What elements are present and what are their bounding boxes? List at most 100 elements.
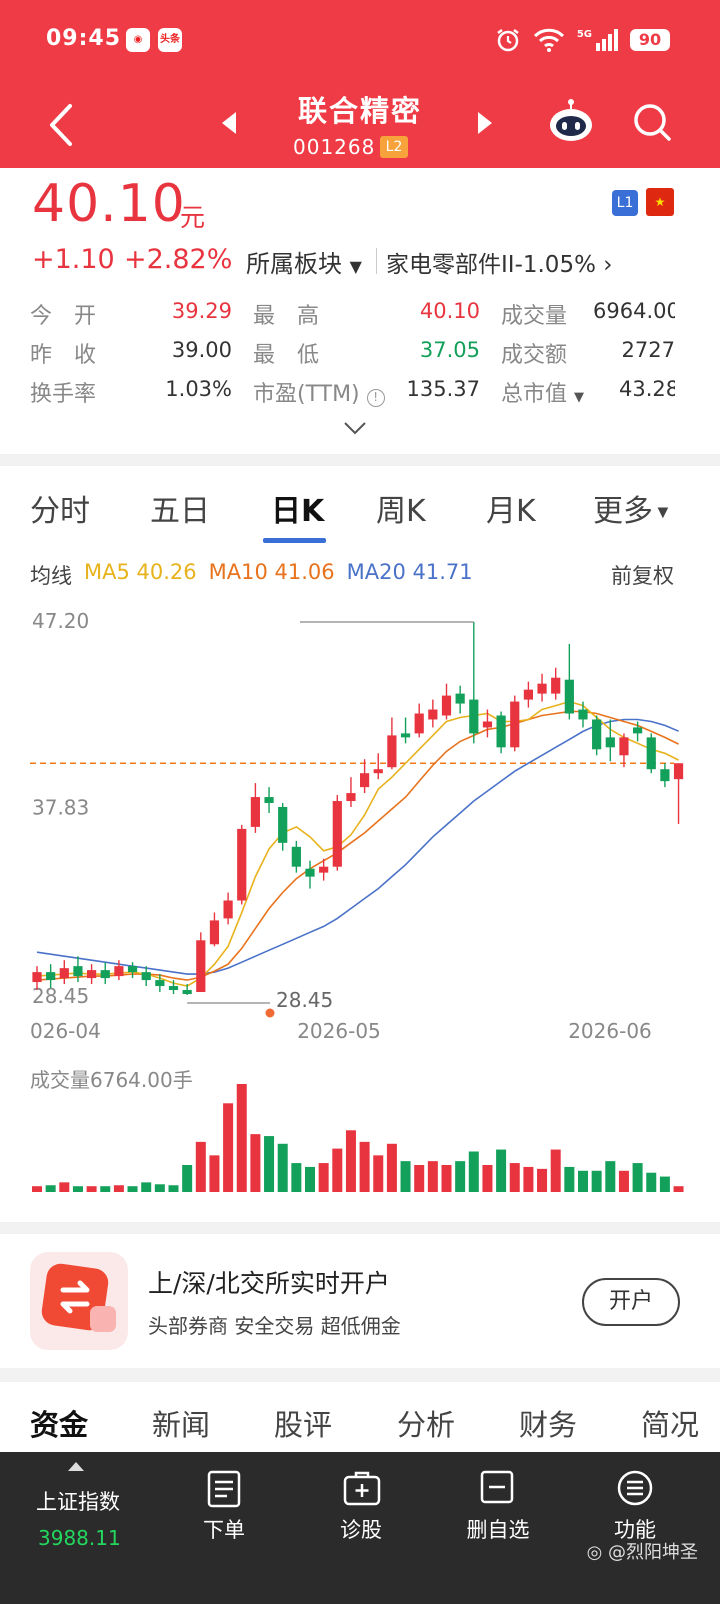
search-icon[interactable] [632,102,672,142]
order-button[interactable]: 下单 [174,1470,274,1570]
candle-up [250,797,260,827]
candle-up [87,970,97,979]
candle-up [441,695,452,716]
candle-down [469,699,479,734]
candle-down [496,715,506,748]
candle-down [455,693,465,704]
kline-chart[interactable]: 47.20 37.83 28.45 026-04 2026-05 2026-06 28.45 [0,602,720,1042]
candle-up [414,713,424,734]
tab-fund-flow[interactable]: 资金 [30,1402,88,1444]
candle-down [264,797,274,804]
candle-up [237,828,247,901]
candle-down [100,970,110,979]
tab-more[interactable]: 更多 ▼ [593,486,668,530]
level1-badge[interactable]: L1 [612,190,638,216]
candle-down [592,719,602,750]
volume-bar [591,1170,602,1192]
next-stock-icon[interactable] [472,108,496,138]
candle-up [196,940,206,993]
tab-monthly-k[interactable]: 月K [486,486,536,530]
volume-bar [632,1163,643,1192]
index-value: 3988.11 [38,1526,121,1550]
y-tick-label: 28.45 [32,984,89,1008]
volume-bar [564,1166,575,1192]
volume-bar [100,1186,111,1192]
candle-up [673,763,684,780]
candle-down [660,769,670,782]
sector-link[interactable]: 家电零部件II-1.05% › [386,245,612,279]
stat-label-market-cap[interactable]: 总市值 ▼ [501,376,584,408]
volume-bar [332,1148,343,1192]
expand-chevron-icon[interactable] [343,420,367,436]
stat-label-open: 今 开 [30,304,97,329]
candle-up [32,972,42,983]
tab-intraday[interactable]: 分时 [30,486,90,530]
candle-down [400,733,411,738]
china-flag-icon: ★ [646,188,674,216]
level2-badge[interactable]: L2 [380,136,408,158]
volume-bar [277,1143,288,1192]
ma10-value: MA10 41.06 [208,560,335,584]
volume-bar [414,1165,425,1192]
volume-bar [195,1141,206,1192]
open-account-button[interactable]: 开户 [582,1278,680,1326]
stat-label-turnover-amount: 成交额 [501,343,568,368]
tab-financials[interactable]: 财务 [519,1402,577,1444]
candle-up [59,968,69,979]
alarm-icon [497,29,519,52]
sector-dropdown[interactable]: 所属板块 ▼ [246,244,362,279]
info-icon[interactable]: ! [366,389,385,407]
candle-down [168,986,179,991]
toutiao-notification-icon: 头条 [158,28,182,52]
stat-label-volume: 成交量 [501,304,568,329]
volume-bar [605,1161,616,1192]
tab-comments[interactable]: 股评 [274,1402,332,1444]
promo-subtitle: 头部券商 安全交易 超低佣金 [148,1314,401,1338]
volume-chart[interactable] [0,1080,720,1198]
watermark-text: @烈阳坤圣 [608,1542,698,1563]
tab-profile[interactable]: 简况 [641,1402,699,1444]
stat-label-pe[interactable]: 市盈(TTM) ! [253,376,385,408]
volume-bar [400,1161,411,1192]
expand-up-icon[interactable] [68,1462,84,1471]
stat-value-market-cap: 43.28 [619,377,675,401]
back-icon[interactable] [42,100,82,150]
tab-daily-k[interactable]: 日K [271,486,324,530]
sector-value: 家电零部件II-1.05% [386,252,596,278]
volume-bar [318,1163,329,1192]
account-promo-card[interactable]: 上/深/北交所实时开户 头部券商 安全交易 超低佣金 开户 [0,1234,720,1368]
volume-bar [291,1163,302,1192]
volume-bar [509,1163,520,1192]
tab-analysis[interactable]: 分析 [397,1402,455,1444]
tab-news[interactable]: 新闻 [152,1402,210,1444]
stat-label-market-cap-text: 总市值 [501,382,568,407]
ai-assistant-icon[interactable] [548,98,594,144]
app-header: 09:45 ◉ 头条 5G 90 联合精密 001268 L2 [0,0,720,168]
stat-value-turnover-rate: 1.03% [165,377,232,401]
info-tab-bar: 资金 新闻 股评 分析 财务 简况 [0,1382,720,1452]
volume-bar [32,1186,42,1192]
last-price: 40.10 [32,174,186,234]
candle-down [633,727,643,734]
candle-up [346,793,356,802]
diagnose-button[interactable]: 诊股 [311,1470,411,1570]
medkit-icon [343,1471,381,1506]
y-tick-label: 37.83 [32,795,89,819]
prev-stock-icon[interactable] [218,108,242,138]
weibo-watermark: ◎ @烈阳坤圣 [587,1538,698,1564]
wifi-icon [533,28,564,52]
candle-down [73,966,83,977]
volume-bar [154,1184,165,1192]
candle-up [223,900,233,919]
tab-weekly-k[interactable]: 周K [376,486,426,530]
bottom-action-bar: 上证指数 3988.11 下单 诊股 删自选 功能 ◎ @烈阳坤圣 [0,1452,720,1604]
stat-value-prev-close: 39.00 [171,338,232,362]
remove-watchlist-button[interactable]: 删自选 [448,1470,548,1570]
stat-value-high: 40.10 [419,299,480,323]
stock-detail-screen: 09:45 ◉ 头条 5G 90 联合精密 001268 L2 40.10 元 … [0,0,720,1604]
tab-five-day[interactable]: 五日 [150,486,210,530]
volume-bar [59,1182,70,1192]
status-bar: 09:45 ◉ 头条 5G 90 [0,0,720,84]
price-adjust-toggle[interactable]: 前复权 [611,560,674,590]
ma10-line [36,710,679,981]
